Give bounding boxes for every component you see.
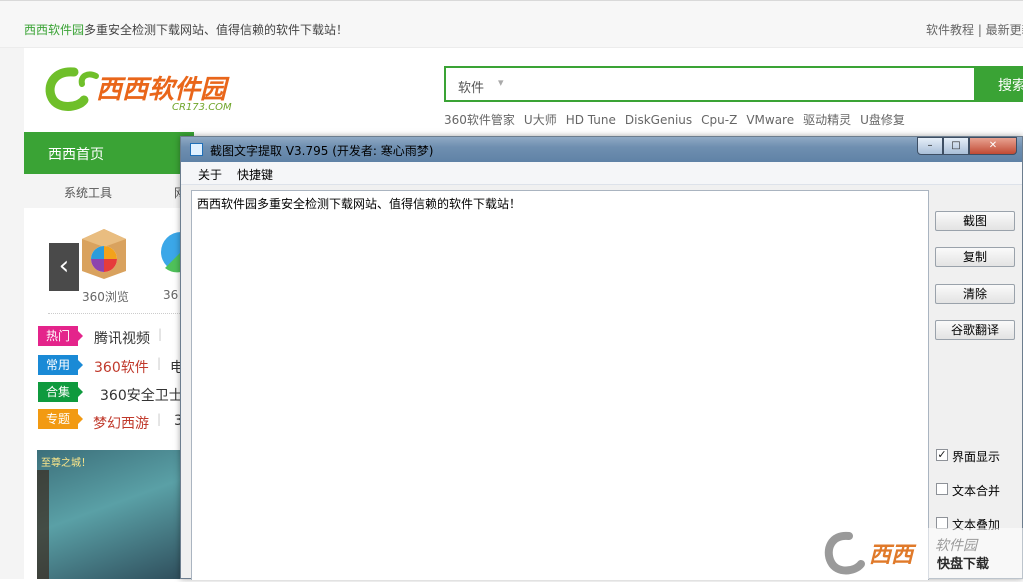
watermark-sub: 快盘下载 [937, 556, 989, 572]
sub-nav: 系统工具 网 [24, 174, 194, 208]
hot-link[interactable]: U盘修复 [860, 113, 905, 127]
extracted-text-area[interactable]: 西西软件园多重安全检测下载网站、值得信赖的软件下载站！ [191, 190, 929, 580]
left-gutter [0, 48, 24, 579]
dialog-menu-bar: 关于 快捷键 [181, 162, 1022, 185]
watermark-logo: 西西 软件园 快盘下载 [823, 528, 1023, 579]
checkbox-label: 文本合并 [952, 484, 1001, 498]
banner-title: 至尊之城！ [41, 458, 91, 469]
separator: | [157, 412, 162, 426]
carousel-prev-button[interactable]: ‹ [49, 243, 79, 291]
nav-home[interactable]: 西西首页 [48, 144, 104, 164]
separator: | [158, 327, 163, 341]
top-brand-link[interactable]: 西西软件园 [24, 23, 84, 37]
checkbox-label: 界面显示 [952, 450, 1001, 464]
tag-collection: 合集 [38, 382, 83, 402]
app-icon-partial[interactable] [157, 228, 181, 278]
dialog-title: 截图文字提取 V3.795 (开发者: 寒心雨梦) [210, 144, 434, 158]
logo-brand-text: 西西软件园 [96, 75, 230, 105]
search-category-select[interactable]: 软件 [458, 77, 484, 96]
site-logo[interactable]: 西西软件园 CR173.COM [44, 62, 254, 114]
top-right-links[interactable]: 软件教程 | 最新更新 [926, 21, 1023, 38]
separator: | [157, 356, 162, 370]
minimize-button[interactable]: – [917, 137, 943, 155]
hot-search-links: 360软件管家 U大师 HD Tune DiskGenius Cpu-Z VMware 驱动… [444, 111, 914, 128]
app-icon-360-browser[interactable] [76, 225, 132, 281]
dialog-title-bar[interactable]: 截图文字提取 V3.795 (开发者: 寒心雨梦) – □ ✕ [181, 137, 1022, 162]
extracted-text: 西西软件园多重安全检测下载网站、值得信赖的软件下载站！ [197, 197, 522, 211]
main-nav: 西西首页 [24, 132, 194, 174]
hot-link[interactable]: HD Tune [566, 113, 616, 127]
hot-link[interactable]: U大师 [524, 113, 557, 127]
app-label[interactable]: 360浏览 [82, 288, 129, 305]
row-link[interactable]: 腾讯视频 [94, 328, 150, 348]
tag-hot: 热门 [38, 326, 83, 346]
google-translate-button[interactable]: 谷歌翻译 [935, 320, 1015, 340]
top-slogan-text: 多重安全检测下载网站、值得信赖的软件下载站！ [84, 23, 349, 37]
hot-link[interactable]: VMware [746, 113, 794, 127]
menu-shortcuts[interactable]: 快捷键 [237, 166, 273, 183]
row-link[interactable]: 梦幻西游 [93, 413, 149, 433]
app-window-icon [190, 143, 203, 156]
box-icon [82, 229, 126, 279]
watermark-brand: 西西 [869, 543, 917, 568]
site-top-bar: 西西软件园多重安全检测下载网站、值得信赖的软件下载站！ 软件教程 | 最新更新 [0, 0, 1023, 48]
watermark-graphic: 西西 软件园 快盘下载 [823, 528, 1023, 579]
row-link[interactable]: 360安全卫士 [100, 385, 183, 405]
tag-topic: 专题 [38, 409, 83, 429]
app-label[interactable]: 36 [163, 288, 178, 302]
screenshot-button[interactable]: 截图 [935, 211, 1015, 231]
chevron-down-icon[interactable]: ▾ [498, 76, 504, 89]
watermark-text: 软件园 [935, 538, 979, 554]
clear-button[interactable]: 清除 [935, 284, 1015, 304]
banner-decoration [37, 470, 49, 579]
ocr-dialog-window: 截图文字提取 V3.795 (开发者: 寒心雨梦) – □ ✕ 关于 快捷键 西… [180, 136, 1023, 580]
search-button[interactable]: 搜索 [976, 66, 1023, 102]
hot-link[interactable]: 360软件管家 [444, 113, 515, 127]
site-slogan: 西西软件园多重安全检测下载网站、值得信赖的软件下载站！ [24, 21, 348, 38]
close-button[interactable]: ✕ [969, 137, 1017, 155]
row-link[interactable]: 360软件 [94, 357, 149, 377]
search-box[interactable]: 软件 ▾ [444, 66, 976, 102]
hot-link[interactable]: 驱动精灵 [803, 113, 851, 127]
circle-icon [161, 232, 181, 273]
maximize-button[interactable]: □ [943, 137, 969, 155]
logo-graphic: 西西软件园 CR173.COM [45, 67, 232, 113]
game-banner-image[interactable]: 至尊之城！ [37, 450, 183, 579]
hot-link[interactable]: DiskGenius [625, 113, 692, 127]
subnav-item-system-tools[interactable]: 系统工具 [64, 184, 112, 201]
checkbox-show-ui[interactable]: ✓ [936, 449, 948, 461]
copy-button[interactable]: 复制 [935, 247, 1015, 267]
divider [48, 313, 182, 314]
logo-sub-text: CR173.COM [172, 102, 232, 113]
hot-link[interactable]: Cpu-Z [701, 113, 737, 127]
tag-common: 常用 [38, 355, 83, 375]
menu-about[interactable]: 关于 [198, 166, 222, 183]
checkbox-merge-text[interactable] [936, 483, 948, 495]
chevron-left-icon: ‹ [58, 251, 70, 281]
